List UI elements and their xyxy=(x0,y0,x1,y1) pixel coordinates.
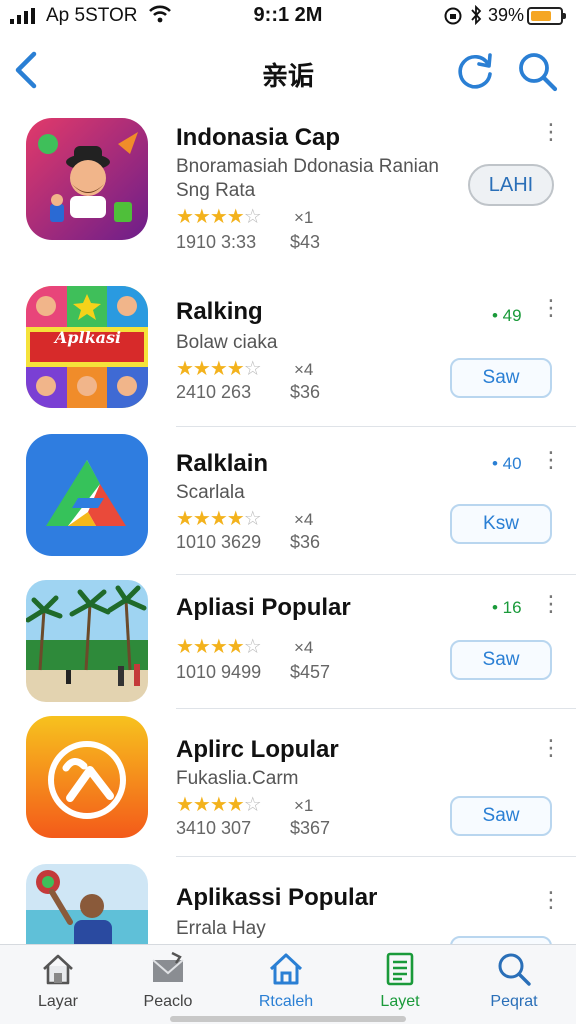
app-subtitle: Scarlala xyxy=(176,482,245,503)
list-item[interactable]: Ralklain Scarlala ★★★★☆ ×4 1010 3629 $36… xyxy=(0,428,576,576)
more-icon[interactable]: ⋮ xyxy=(540,593,562,615)
list-item[interactable]: Aplkasi Ralking Bolaw ciaka ★★★★☆ ×4 241… xyxy=(0,278,576,428)
get-button[interactable]: Ksw xyxy=(450,504,552,544)
star-rating: ★★★★☆ xyxy=(176,206,262,228)
more-icon[interactable]: ⋮ xyxy=(540,889,562,911)
battery-icon xyxy=(527,7,566,25)
app-subtitle-2: Sng Rata xyxy=(176,180,256,201)
app-icon-text: Aplkasi xyxy=(54,328,122,347)
rating-count: ×4 xyxy=(294,510,314,529)
app-meta: 1010 9499 xyxy=(176,662,262,682)
app-name[interactable]: Ralking xyxy=(176,298,263,326)
tab-rtcaleh[interactable]: Rtcaleh xyxy=(236,951,336,1011)
refresh-icon[interactable] xyxy=(454,50,496,92)
tab-peaclo[interactable]: Peaclo xyxy=(118,951,218,1011)
app-subtitle: Errala Hay xyxy=(176,918,266,939)
app-price: $36 xyxy=(290,382,321,402)
app-subtitle: Bnoramasiah Ddonasia Ranian xyxy=(176,156,439,177)
app-meta: 3410 307 xyxy=(176,818,252,838)
more-icon[interactable]: ⋮ xyxy=(540,449,562,471)
divider xyxy=(176,708,576,709)
tab-layet[interactable]: Layet xyxy=(350,951,450,1011)
mail-icon xyxy=(152,951,184,982)
app-name[interactable]: Indonasia Cap xyxy=(176,124,340,152)
more-icon[interactable]: ⋮ xyxy=(540,121,562,143)
triangle-logo-icon[interactable] xyxy=(26,434,148,556)
app-meta: 1010 3629 xyxy=(176,532,262,552)
star-rating: ★★★★☆ xyxy=(176,794,262,816)
orange-circle-logo-icon[interactable] xyxy=(26,716,148,838)
character-grid-icon[interactable] xyxy=(26,286,148,408)
app-name[interactable]: Aplikassi Popular xyxy=(176,884,377,912)
app-name[interactable]: Apliasi Popular xyxy=(176,594,351,622)
app-price: $36 xyxy=(290,532,321,552)
search-icon xyxy=(498,953,531,986)
rating-count: ×1 xyxy=(294,208,314,227)
tab-label: Peqrat xyxy=(490,993,538,1010)
app-price: $367 xyxy=(290,818,331,838)
app-price: $43 xyxy=(290,232,321,252)
status-bar: Ap 5STOR 9::1 2M 39% xyxy=(0,0,576,34)
tab-peqrat[interactable]: Peqrat xyxy=(464,951,564,1011)
house-outline-icon xyxy=(43,954,73,985)
rank-badge: • 40 xyxy=(492,454,522,473)
home-indicator[interactable] xyxy=(170,1016,406,1022)
app-name[interactable]: Aplirc Lopular xyxy=(176,736,339,764)
rank-badge: • 49 xyxy=(492,306,522,325)
app-name[interactable]: Ralklain xyxy=(176,450,268,478)
bluetooth-icon xyxy=(471,5,482,25)
get-button[interactable] xyxy=(450,936,552,944)
rank-badge: • 16 xyxy=(492,598,522,617)
app-meta: 2410 263 xyxy=(176,382,252,402)
battery-percent: 39% xyxy=(488,5,525,25)
person-beach-photo-icon[interactable] xyxy=(26,864,148,944)
app-meta: 1910 3:33 xyxy=(176,232,257,252)
list-item[interactable]: Indonasia Cap Bnoramasiah Ddonasia Rania… xyxy=(0,108,576,278)
tab-bar: Layar Peaclo Rtcaleh Layet Peqrat xyxy=(0,944,576,1024)
star-rating: ★★★★☆ xyxy=(176,636,262,658)
list-icon xyxy=(386,952,414,986)
more-icon[interactable]: ⋮ xyxy=(540,297,562,319)
rating-count: ×4 xyxy=(294,638,314,657)
divider xyxy=(176,574,576,575)
list-item[interactable]: Aplikassi Popular Errala Hay ★★★★☆ ⋮ xyxy=(0,858,576,944)
app-subtitle: Fukaslia.Carm xyxy=(176,768,299,789)
tab-label: Peaclo xyxy=(143,993,193,1010)
tab-label: Layet xyxy=(380,993,420,1010)
get-button[interactable]: Saw xyxy=(450,796,552,836)
get-button[interactable]: Saw xyxy=(450,358,552,398)
divider xyxy=(176,426,576,427)
tab-label: Layar xyxy=(37,993,79,1010)
divider xyxy=(176,856,576,857)
beach-photo-icon[interactable] xyxy=(26,580,148,702)
search-icon[interactable] xyxy=(516,50,558,92)
list-item[interactable]: Apliasi Popular ★★★★☆ ×4 1010 9499 $457 … xyxy=(0,576,576,710)
app-subtitle: Bolaw ciaka xyxy=(176,332,278,353)
home-icon xyxy=(269,953,303,985)
cartoon-character-icon[interactable] xyxy=(26,118,148,240)
app-price: $457 xyxy=(290,662,331,682)
tab-label: Rtcaleh xyxy=(258,993,314,1010)
tab-layar[interactable]: Layar xyxy=(8,951,108,1011)
get-button[interactable]: Saw xyxy=(450,640,552,680)
star-rating: ★★★★☆ xyxy=(176,358,262,380)
list-item[interactable]: Aplirc Lopular Fukaslia.Carm ★★★★☆ ×1 34… xyxy=(0,710,576,858)
app-list: Indonasia Cap Bnoramasiah Ddonasia Rania… xyxy=(0,108,576,944)
rating-count: ×4 xyxy=(294,360,314,379)
rating-count: ×1 xyxy=(294,796,314,815)
get-button[interactable]: LAHI xyxy=(468,164,554,206)
star-rating: ★★★★☆ xyxy=(176,508,262,530)
more-icon[interactable]: ⋮ xyxy=(540,737,562,759)
navigation-bar: 亲诟 xyxy=(0,36,576,108)
rotation-lock-icon xyxy=(444,7,462,25)
